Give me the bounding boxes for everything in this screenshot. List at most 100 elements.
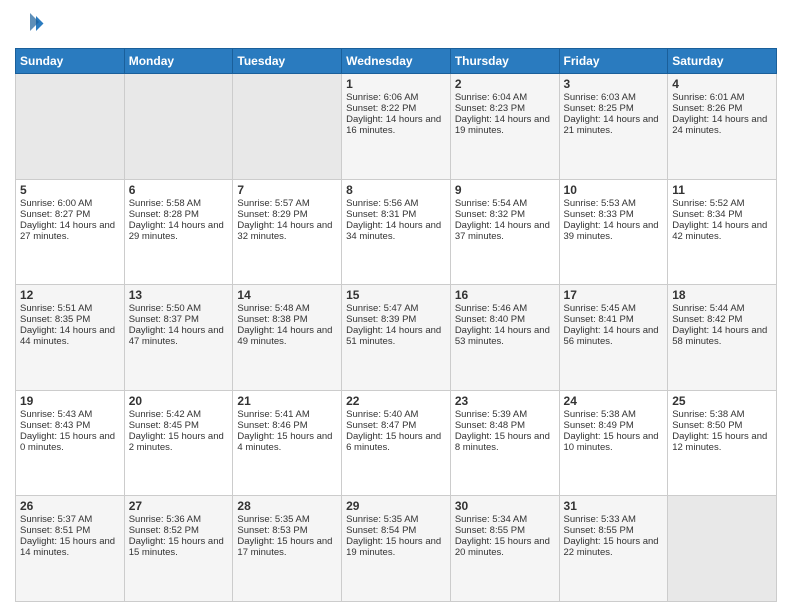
day-number: 29: [346, 499, 446, 513]
sunset: Sunset: 8:55 PM: [455, 525, 525, 536]
calendar-cell: 25Sunrise: 5:38 AMSunset: 8:50 PMDayligh…: [668, 390, 777, 496]
daylight: Daylight: 15 hours and 15 minutes.: [129, 536, 224, 558]
day-number: 7: [237, 183, 337, 197]
daylight: Daylight: 14 hours and 39 minutes.: [564, 220, 659, 242]
sunset: Sunset: 8:52 PM: [129, 525, 199, 536]
day-number: 15: [346, 288, 446, 302]
day-number: 22: [346, 394, 446, 408]
calendar-cell: [16, 74, 125, 180]
day-number: 5: [20, 183, 120, 197]
calendar-page: SundayMondayTuesdayWednesdayThursdayFrid…: [0, 0, 792, 612]
calendar-cell: 5Sunrise: 6:00 AMSunset: 8:27 PMDaylight…: [16, 179, 125, 285]
sunrise: Sunrise: 5:56 AM: [346, 198, 418, 209]
daylight: Daylight: 14 hours and 56 minutes.: [564, 325, 659, 347]
day-header-saturday: Saturday: [668, 49, 777, 74]
sunset: Sunset: 8:39 PM: [346, 314, 416, 325]
calendar-cell: 24Sunrise: 5:38 AMSunset: 8:49 PMDayligh…: [559, 390, 668, 496]
sunrise: Sunrise: 5:43 AM: [20, 409, 92, 420]
calendar-cell: 17Sunrise: 5:45 AMSunset: 8:41 PMDayligh…: [559, 285, 668, 391]
day-header-tuesday: Tuesday: [233, 49, 342, 74]
calendar-cell: [668, 496, 777, 602]
day-number: 31: [564, 499, 664, 513]
day-number: 18: [672, 288, 772, 302]
sunrise: Sunrise: 5:58 AM: [129, 198, 201, 209]
day-number: 26: [20, 499, 120, 513]
calendar-cell: 26Sunrise: 5:37 AMSunset: 8:51 PMDayligh…: [16, 496, 125, 602]
sunrise: Sunrise: 5:46 AM: [455, 303, 527, 314]
calendar-cell: 11Sunrise: 5:52 AMSunset: 8:34 PMDayligh…: [668, 179, 777, 285]
sunrise: Sunrise: 5:45 AM: [564, 303, 636, 314]
day-number: 11: [672, 183, 772, 197]
daylight: Daylight: 14 hours and 27 minutes.: [20, 220, 115, 242]
sunset: Sunset: 8:43 PM: [20, 420, 90, 431]
sunrise: Sunrise: 5:50 AM: [129, 303, 201, 314]
week-row-2: 5Sunrise: 6:00 AMSunset: 8:27 PMDaylight…: [16, 179, 777, 285]
week-row-4: 19Sunrise: 5:43 AMSunset: 8:43 PMDayligh…: [16, 390, 777, 496]
day-number: 24: [564, 394, 664, 408]
sunrise: Sunrise: 5:41 AM: [237, 409, 309, 420]
daylight: Daylight: 14 hours and 58 minutes.: [672, 325, 767, 347]
sunset: Sunset: 8:26 PM: [672, 103, 742, 114]
daylight: Daylight: 14 hours and 47 minutes.: [129, 325, 224, 347]
calendar-cell: 12Sunrise: 5:51 AMSunset: 8:35 PMDayligh…: [16, 285, 125, 391]
sunset: Sunset: 8:31 PM: [346, 209, 416, 220]
daylight: Daylight: 15 hours and 17 minutes.: [237, 536, 332, 558]
day-number: 17: [564, 288, 664, 302]
calendar-cell: 4Sunrise: 6:01 AMSunset: 8:26 PMDaylight…: [668, 74, 777, 180]
day-number: 27: [129, 499, 229, 513]
day-number: 2: [455, 77, 555, 91]
sunset: Sunset: 8:48 PM: [455, 420, 525, 431]
calendar-table: SundayMondayTuesdayWednesdayThursdayFrid…: [15, 48, 777, 602]
calendar-cell: [233, 74, 342, 180]
day-number: 28: [237, 499, 337, 513]
daylight: Daylight: 14 hours and 42 minutes.: [672, 220, 767, 242]
day-header-friday: Friday: [559, 49, 668, 74]
day-header-monday: Monday: [124, 49, 233, 74]
daylight: Daylight: 15 hours and 14 minutes.: [20, 536, 115, 558]
day-number: 8: [346, 183, 446, 197]
sunrise: Sunrise: 6:00 AM: [20, 198, 92, 209]
sunset: Sunset: 8:45 PM: [129, 420, 199, 431]
sunrise: Sunrise: 5:37 AM: [20, 514, 92, 525]
day-number: 9: [455, 183, 555, 197]
sunset: Sunset: 8:51 PM: [20, 525, 90, 536]
calendar-cell: [124, 74, 233, 180]
sunrise: Sunrise: 5:40 AM: [346, 409, 418, 420]
calendar-cell: 20Sunrise: 5:42 AMSunset: 8:45 PMDayligh…: [124, 390, 233, 496]
day-number: 10: [564, 183, 664, 197]
sunrise: Sunrise: 5:39 AM: [455, 409, 527, 420]
calendar-cell: 7Sunrise: 5:57 AMSunset: 8:29 PMDaylight…: [233, 179, 342, 285]
daylight: Daylight: 14 hours and 29 minutes.: [129, 220, 224, 242]
day-header-thursday: Thursday: [450, 49, 559, 74]
sunset: Sunset: 8:27 PM: [20, 209, 90, 220]
sunset: Sunset: 8:25 PM: [564, 103, 634, 114]
calendar-cell: 23Sunrise: 5:39 AMSunset: 8:48 PMDayligh…: [450, 390, 559, 496]
calendar-cell: 3Sunrise: 6:03 AMSunset: 8:25 PMDaylight…: [559, 74, 668, 180]
sunrise: Sunrise: 5:38 AM: [672, 409, 744, 420]
daylight: Daylight: 14 hours and 51 minutes.: [346, 325, 441, 347]
week-row-1: 1Sunrise: 6:06 AMSunset: 8:22 PMDaylight…: [16, 74, 777, 180]
day-number: 3: [564, 77, 664, 91]
daylight: Daylight: 15 hours and 2 minutes.: [129, 431, 224, 453]
daylight: Daylight: 15 hours and 12 minutes.: [672, 431, 767, 453]
day-number: 16: [455, 288, 555, 302]
sunrise: Sunrise: 5:48 AM: [237, 303, 309, 314]
sunset: Sunset: 8:38 PM: [237, 314, 307, 325]
daylight: Daylight: 15 hours and 8 minutes.: [455, 431, 550, 453]
sunrise: Sunrise: 5:42 AM: [129, 409, 201, 420]
calendar-cell: 16Sunrise: 5:46 AMSunset: 8:40 PMDayligh…: [450, 285, 559, 391]
sunrise: Sunrise: 5:38 AM: [564, 409, 636, 420]
calendar-cell: 1Sunrise: 6:06 AMSunset: 8:22 PMDaylight…: [342, 74, 451, 180]
calendar-cell: 6Sunrise: 5:58 AMSunset: 8:28 PMDaylight…: [124, 179, 233, 285]
day-number: 30: [455, 499, 555, 513]
calendar-header-row: SundayMondayTuesdayWednesdayThursdayFrid…: [16, 49, 777, 74]
daylight: Daylight: 15 hours and 0 minutes.: [20, 431, 115, 453]
day-header-sunday: Sunday: [16, 49, 125, 74]
calendar-cell: 15Sunrise: 5:47 AMSunset: 8:39 PMDayligh…: [342, 285, 451, 391]
sunset: Sunset: 8:42 PM: [672, 314, 742, 325]
daylight: Daylight: 15 hours and 22 minutes.: [564, 536, 659, 558]
daylight: Daylight: 14 hours and 44 minutes.: [20, 325, 115, 347]
sunset: Sunset: 8:46 PM: [237, 420, 307, 431]
day-number: 19: [20, 394, 120, 408]
sunrise: Sunrise: 5:47 AM: [346, 303, 418, 314]
